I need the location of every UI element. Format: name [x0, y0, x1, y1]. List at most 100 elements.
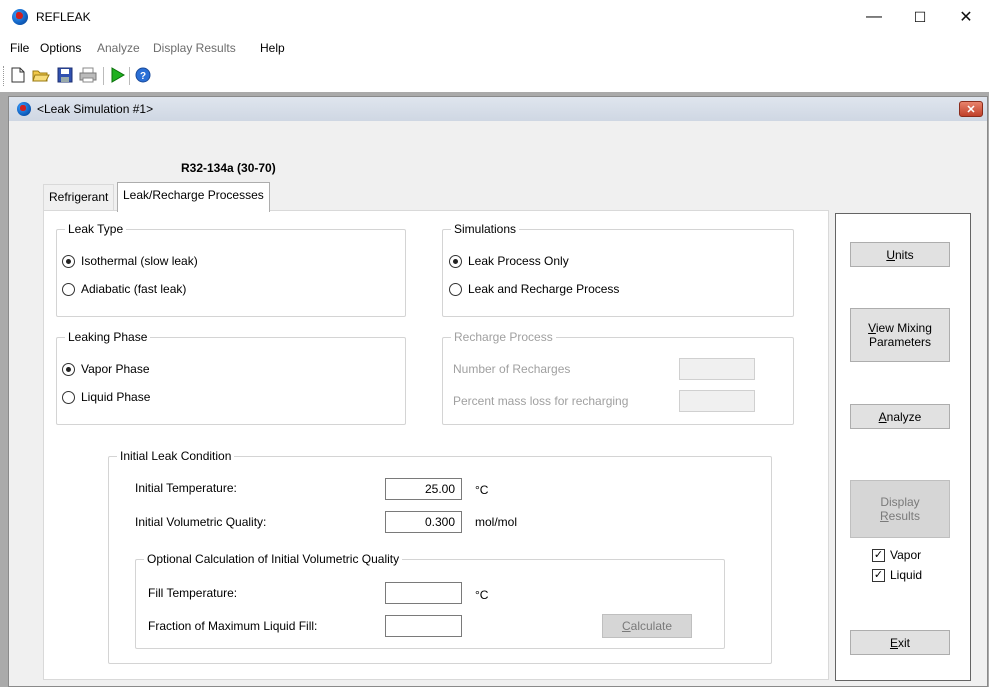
toolbar-grip: [3, 66, 5, 86]
checkmark-icon: ✓: [872, 568, 885, 582]
window-title: REFLEAK: [36, 10, 91, 24]
open-folder-icon[interactable]: [32, 66, 50, 84]
help-icon[interactable]: ?: [134, 66, 152, 84]
view-mixing-label: iew Mixing: [875, 321, 932, 335]
view-mixing-accelerator: V: [868, 321, 876, 335]
adiabatic-radio[interactable]: Adiabatic (fast leak): [62, 282, 186, 296]
calculate-accelerator: C: [621, 619, 631, 633]
leak-simulation-window: <Leak Simulation #1> ✕ R32-134a (30-70) …: [8, 96, 988, 687]
new-file-icon[interactable]: [9, 66, 27, 84]
initial-temperature-field[interactable]: 25.00: [385, 478, 462, 500]
recharge-process-legend: Recharge Process: [451, 330, 556, 344]
isothermal-radio[interactable]: Isothermal (slow leak): [62, 254, 198, 268]
radio-selected-icon: [62, 362, 75, 376]
child-window-title: <Leak Simulation #1>: [37, 102, 154, 116]
number-of-recharges-label: Number of Recharges: [453, 362, 571, 376]
leaking-phase-group: Leaking Phase Vapor Phase Liquid Phase: [56, 330, 406, 425]
exit-label: xit: [898, 635, 910, 650]
analyze-accelerator: A: [878, 409, 887, 424]
radio-selected-icon: [62, 254, 75, 268]
fill-temperature-label: Fill Temperature:: [148, 586, 238, 600]
initial-leak-condition-group: Initial Leak Condition Initial Temperatu…: [108, 449, 772, 664]
run-icon[interactable]: [108, 66, 126, 84]
menu-help[interactable]: Help: [260, 41, 285, 55]
units-button[interactable]: Units: [850, 242, 950, 267]
save-icon[interactable]: [56, 66, 74, 84]
initial-temperature-label: Initial Temperature:: [135, 481, 237, 495]
leak-process-only-radio[interactable]: Leak Process Only: [449, 254, 569, 268]
maximize-button[interactable]: ☐: [897, 0, 943, 34]
globe-icon: [17, 102, 31, 116]
radio-unselected-icon: [449, 282, 462, 296]
menu-display-results[interactable]: Display Results: [153, 41, 236, 55]
globe-icon: [12, 9, 28, 25]
analyze-label: nalyze: [886, 409, 922, 424]
simulations-legend: Simulations: [451, 222, 520, 236]
radio-unselected-icon: [62, 390, 75, 404]
view-mixing-parameters-button[interactable]: View Mixing Parameters: [850, 308, 950, 362]
radio-selected-icon: [449, 254, 462, 268]
display-results-accelerator: R: [879, 509, 889, 523]
child-close-button[interactable]: ✕: [959, 101, 983, 117]
menu-file[interactable]: File: [10, 41, 29, 55]
minimize-button[interactable]: —: [851, 0, 897, 34]
menu-bar: File Options Analyze Display Results Hel…: [0, 38, 989, 60]
temperature-unit: °C: [475, 483, 489, 497]
quality-unit: mol/mol: [475, 515, 518, 529]
liquid-checkbox[interactable]: ✓ Liquid: [872, 568, 922, 582]
percent-mass-loss-field[interactable]: [679, 390, 755, 412]
initial-leak-condition-legend: Initial Leak Condition: [117, 449, 235, 463]
vapor-checkbox-label: Vapor: [890, 548, 922, 562]
display-results-line1: Display: [880, 495, 920, 509]
print-icon[interactable]: [79, 66, 97, 84]
percent-mass-loss-label: Percent mass loss for recharging: [453, 394, 629, 408]
simulations-group: Simulations Leak Process Only Leak and R…: [442, 222, 794, 317]
toolbar: ?: [0, 63, 989, 89]
adiabatic-label: Adiabatic (fast leak): [81, 282, 187, 296]
exit-accelerator: E: [889, 635, 898, 650]
analyze-button[interactable]: Analyze: [850, 404, 950, 429]
vapor-phase-label: Vapor Phase: [81, 362, 150, 376]
close-button[interactable]: ✕: [943, 0, 989, 34]
child-title-bar: <Leak Simulation #1> ✕: [9, 97, 987, 121]
display-results-line2: Results: [880, 509, 920, 523]
vapor-phase-radio[interactable]: Vapor Phase: [62, 362, 150, 376]
view-mixing-line2: Parameters: [868, 335, 932, 349]
liquid-checkbox-label: Liquid: [890, 568, 923, 582]
recharge-process-group: Recharge Process Number of Recharges Per…: [442, 330, 794, 425]
fraction-liquid-fill-field[interactable]: [385, 615, 462, 637]
display-results-label: esults: [888, 509, 921, 523]
fill-temperature-unit: °C: [475, 588, 489, 602]
initial-quality-label: Initial Volumetric Quality:: [135, 515, 267, 529]
action-panel: Units View Mixing Parameters Analyze Dis…: [835, 213, 971, 681]
units-label: nits: [894, 247, 914, 262]
calculate-button[interactable]: Calculate: [602, 614, 692, 638]
leak-type-legend: Leak Type: [65, 222, 127, 236]
units-accelerator: U: [886, 247, 895, 262]
radio-unselected-icon: [62, 282, 75, 296]
leak-and-recharge-label: Leak and Recharge Process: [468, 282, 620, 296]
view-mixing-line1: View Mixing: [868, 321, 932, 335]
tab-leak-recharge-processes[interactable]: Leak/Recharge Processes: [117, 182, 270, 212]
tab-panel: Leak Type Isothermal (slow leak) Adiabat…: [43, 210, 829, 680]
vapor-checkbox[interactable]: ✓ Vapor: [872, 548, 921, 562]
svg-text:?: ?: [140, 71, 146, 82]
display-results-button[interactable]: Display Results: [850, 480, 950, 538]
leaking-phase-legend: Leaking Phase: [65, 330, 151, 344]
optional-calculation-group: Optional Calculation of Initial Volumetr…: [135, 552, 725, 649]
menu-options[interactable]: Options: [40, 41, 81, 55]
number-of-recharges-field[interactable]: [679, 358, 755, 380]
checkmark-icon: ✓: [872, 548, 885, 562]
leak-type-group: Leak Type Isothermal (slow leak) Adiabat…: [56, 222, 406, 317]
exit-button[interactable]: Exit: [850, 630, 950, 655]
leak-and-recharge-radio[interactable]: Leak and Recharge Process: [449, 282, 619, 296]
initial-quality-field[interactable]: 0.300: [385, 511, 462, 533]
fraction-liquid-fill-label: Fraction of Maximum Liquid Fill:: [148, 619, 318, 633]
mixture-name: R32-134a (30-70): [181, 161, 276, 175]
toolbar-separator: [103, 67, 104, 85]
fill-temperature-field[interactable]: [385, 582, 462, 604]
tab-refrigerant[interactable]: Refrigerant: [43, 184, 115, 211]
menu-analyze[interactable]: Analyze: [97, 41, 140, 55]
liquid-phase-radio[interactable]: Liquid Phase: [62, 390, 150, 404]
child-client-area: R32-134a (30-70) Refrigerant Leak/Rechar…: [9, 121, 987, 686]
